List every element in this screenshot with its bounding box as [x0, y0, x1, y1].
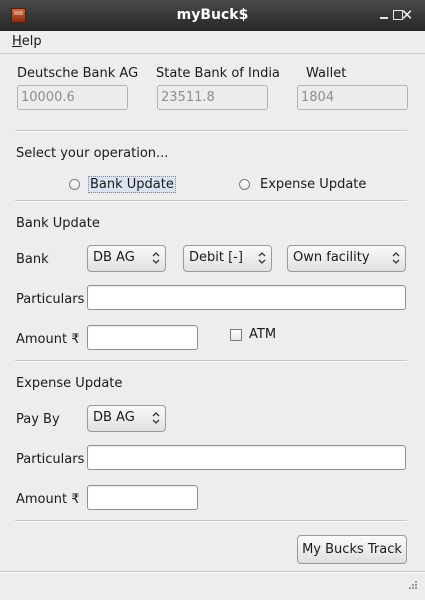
sbi-label: State Bank of India: [156, 66, 280, 81]
transaction-type-select[interactable]: Debit [-]: [183, 245, 272, 272]
payby-label: Pay By: [16, 412, 60, 427]
chevron-updown-icon: [258, 251, 266, 265]
radio-expense-update-label[interactable]: Expense Update: [260, 177, 366, 192]
expense-amount-label: Amount ₹: [16, 492, 80, 507]
my-bucks-track-button[interactable]: My Bucks Track: [297, 535, 407, 564]
expense-amount-input[interactable]: [87, 485, 198, 510]
bank-select[interactable]: DB AG: [87, 245, 166, 272]
chevron-updown-icon: [152, 251, 160, 265]
title-bar: myBuck$ ✕: [0, 0, 425, 32]
radio-bank-update[interactable]: [69, 179, 80, 190]
divider: [15, 200, 407, 202]
divider: [15, 130, 407, 132]
resize-grip-icon[interactable]: [407, 581, 417, 591]
bank-label: Bank: [16, 252, 49, 267]
wallet-balance: 1804: [297, 85, 408, 110]
radio-expense-update[interactable]: [239, 179, 250, 190]
deutsche-bank-balance: 10000.6: [17, 85, 128, 110]
wallet-label: Wallet: [306, 66, 347, 81]
bank-particulars-label: Particulars: [16, 292, 85, 307]
atm-label: ATM: [249, 327, 277, 342]
atm-checkbox[interactable]: [230, 329, 242, 341]
sbi-balance: 23511.8: [157, 85, 268, 110]
bank-amount-label: Amount ₹: [16, 332, 80, 347]
divider: [15, 360, 407, 362]
status-divider: [0, 571, 425, 573]
expense-update-heading: Expense Update: [16, 376, 123, 391]
menu-bar: Help: [0, 31, 425, 54]
chevron-updown-icon: [392, 251, 400, 265]
chevron-updown-icon: [152, 411, 160, 425]
window-title: myBuck$: [176, 7, 249, 23]
bank-particulars-input[interactable]: [87, 285, 406, 310]
facility-select[interactable]: Own facility: [287, 245, 406, 272]
menu-help[interactable]: Help: [12, 34, 42, 49]
expense-particulars-input[interactable]: [87, 445, 406, 470]
expense-particulars-label: Particulars: [16, 452, 85, 467]
divider: [15, 520, 407, 522]
close-icon[interactable]: ✕: [399, 7, 415, 23]
radio-bank-update-label[interactable]: Bank Update: [88, 176, 176, 193]
deutsche-bank-label: Deutsche Bank AG: [17, 66, 139, 81]
payby-select[interactable]: DB AG: [87, 405, 166, 432]
bank-amount-input[interactable]: [87, 325, 198, 350]
operation-prompt: Select your operation...: [16, 146, 169, 161]
bank-update-heading: Bank Update: [16, 216, 100, 231]
